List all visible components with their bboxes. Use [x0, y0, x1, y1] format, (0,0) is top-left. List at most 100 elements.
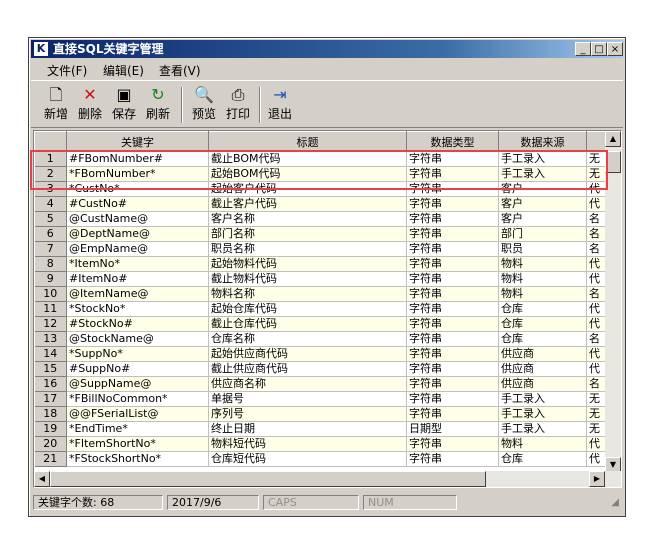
data-source-cell[interactable]: 职员 — [498, 241, 587, 257]
row-number[interactable]: 1 — [34, 151, 67, 167]
data-source-cell[interactable]: 仓库 — [498, 301, 587, 317]
new-button[interactable]: 🗋 新增 — [39, 85, 73, 122]
extra-cell[interactable]: 代 — [586, 271, 607, 287]
extra-cell[interactable]: 代 — [586, 301, 607, 317]
data-source-cell[interactable]: 客户 — [498, 196, 587, 212]
menu-edit[interactable]: 编辑(E) — [103, 62, 144, 79]
row-number[interactable]: 3 — [34, 181, 67, 197]
extra-cell[interactable]: 名 — [586, 241, 607, 257]
title-cell[interactable]: 仓库短代码 — [208, 451, 407, 467]
table-row[interactable]: 14 *SuppNo* 起始供应商代码 字符串 供应商代 — [34, 346, 607, 362]
keyword-cell[interactable]: #ItemNo# — [66, 271, 209, 287]
table-row[interactable]: 6 @DeptName@ 部门名称 字符串 部门名 — [34, 226, 607, 242]
title-bar[interactable]: K 直接SQL关键字管理 _ □ × — [31, 40, 623, 58]
delete-button[interactable]: ✕ 删除 — [73, 85, 107, 122]
row-number[interactable]: 6 — [34, 226, 67, 242]
table-row[interactable]: 2 *FBomNumber* 起始BOM代码 字符串 手工录入无 — [34, 166, 607, 182]
refresh-button[interactable]: ↻ 刷新 — [141, 85, 175, 122]
keyword-cell[interactable]: *FStockShortNo* — [66, 451, 209, 467]
data-type-cell[interactable]: 字符串 — [406, 451, 499, 467]
data-source-cell[interactable]: 客户 — [498, 211, 587, 227]
title-cell[interactable]: 起始物料代码 — [208, 256, 407, 272]
table-row[interactable]: 4 #CustNo# 截止客户代码 字符串 客户代 — [34, 196, 607, 212]
keyword-cell[interactable]: @CustName@ — [66, 211, 209, 227]
keyword-cell[interactable]: #StockNo# — [66, 316, 209, 332]
title-cell[interactable]: 供应商名称 — [208, 376, 407, 392]
row-number[interactable]: 8 — [34, 256, 67, 272]
title-cell[interactable]: 起始客户代码 — [208, 181, 407, 197]
title-cell[interactable]: 截止BOM代码 — [208, 151, 407, 167]
vertical-scrollbar[interactable]: ▲ ▼ — [605, 131, 621, 473]
row-number[interactable]: 21 — [34, 451, 67, 467]
keyword-cell[interactable]: *EndTime* — [66, 421, 209, 437]
row-number[interactable]: 13 — [34, 331, 67, 347]
data-source-cell[interactable]: 物料 — [498, 436, 587, 452]
data-source-cell[interactable]: 物料 — [498, 256, 587, 272]
exit-button[interactable]: ⇥ 退出 — [263, 85, 297, 122]
row-number[interactable]: 14 — [34, 346, 67, 362]
keyword-cell[interactable]: @StockName@ — [66, 331, 209, 347]
table-row[interactable]: 16 @SuppName@ 供应商名称 字符串 供应商名 — [34, 376, 607, 392]
title-cell[interactable]: 单据号 — [208, 391, 407, 407]
print-button[interactable]: ⎙ 打印 — [221, 85, 255, 122]
row-number[interactable]: 11 — [34, 301, 67, 317]
data-type-cell[interactable]: 字符串 — [406, 151, 499, 167]
data-source-cell[interactable]: 物料 — [498, 271, 587, 287]
keyword-cell[interactable]: @@FSerialList@ — [66, 406, 209, 422]
table-row[interactable]: 21 *FStockShortNo* 仓库短代码 字符串 仓库代 — [34, 451, 607, 467]
extra-cell[interactable]: 代 — [586, 436, 607, 452]
data-source-cell[interactable]: 部门 — [498, 226, 587, 242]
keyword-cell[interactable]: *CustNo* — [66, 181, 209, 197]
extra-cell[interactable]: 代 — [586, 346, 607, 362]
resize-grip-icon[interactable]: ◢ — [611, 497, 619, 508]
title-cell[interactable]: 序列号 — [208, 406, 407, 422]
row-number[interactable]: 17 — [34, 391, 67, 407]
data-source-cell[interactable]: 仓库 — [498, 331, 587, 347]
extra-cell[interactable]: 代 — [586, 181, 607, 197]
data-source-cell[interactable]: 客户 — [498, 181, 587, 197]
data-source-cell[interactable]: 供应商 — [498, 361, 587, 377]
extra-cell[interactable]: 名 — [586, 376, 607, 392]
row-number[interactable]: 18 — [34, 406, 67, 422]
data-type-cell[interactable]: 字符串 — [406, 301, 499, 317]
scroll-right-button[interactable]: ▶ — [589, 471, 605, 487]
title-cell[interactable]: 截止物料代码 — [208, 271, 407, 287]
row-number[interactable]: 12 — [34, 316, 67, 332]
data-type-cell[interactable]: 字符串 — [406, 436, 499, 452]
row-number[interactable]: 2 — [34, 166, 67, 182]
data-type-cell[interactable]: 字符串 — [406, 196, 499, 212]
extra-cell[interactable]: 无 — [586, 391, 607, 407]
keyword-cell[interactable]: *FBillNoCommon* — [66, 391, 209, 407]
table-row[interactable]: 5 @CustName@ 客户名称 字符串 客户名 — [34, 211, 607, 227]
title-cell[interactable]: 截止客户代码 — [208, 196, 407, 212]
title-cell[interactable]: 物料名称 — [208, 286, 407, 302]
menu-file[interactable]: 文件(F) — [47, 62, 87, 79]
data-source-cell[interactable]: 手工录入 — [498, 166, 587, 182]
title-cell[interactable]: 职员名称 — [208, 241, 407, 257]
row-number[interactable]: 9 — [34, 271, 67, 287]
extra-cell[interactable]: 名 — [586, 286, 607, 302]
table-row[interactable]: 12 #StockNo# 截止仓库代码 字符串 仓库代 — [34, 316, 607, 332]
keyword-cell[interactable]: @DeptName@ — [66, 226, 209, 242]
table-row[interactable]: 18 @@FSerialList@ 序列号 字符串 手工录入无 — [34, 406, 607, 422]
horizontal-scrollbar[interactable]: ◀ ▶ — [34, 471, 621, 487]
title-cell[interactable]: 终止日期 — [208, 421, 407, 437]
row-number[interactable]: 20 — [34, 436, 67, 452]
title-cell[interactable]: 截止仓库代码 — [208, 316, 407, 332]
data-type-cell[interactable]: 字符串 — [406, 391, 499, 407]
keyword-cell[interactable]: *SuppNo* — [66, 346, 209, 362]
extra-cell[interactable]: 名 — [586, 331, 607, 347]
table-row[interactable]: 1 #FBomNumber# 截止BOM代码 字符串 手工录入无 — [34, 151, 607, 167]
keyword-cell[interactable]: @SuppName@ — [66, 376, 209, 392]
data-type-cell[interactable]: 字符串 — [406, 226, 499, 242]
keyword-cell[interactable]: #SuppNo# — [66, 361, 209, 377]
extra-cell[interactable]: 无 — [586, 151, 607, 167]
table-row[interactable]: 17 *FBillNoCommon* 单据号 字符串 手工录入无 — [34, 391, 607, 407]
table-row[interactable]: 8 *ItemNo* 起始物料代码 字符串 物料代 — [34, 256, 607, 272]
close-button[interactable]: × — [607, 42, 623, 56]
extra-cell[interactable]: 无 — [586, 166, 607, 182]
data-type-cell[interactable]: 字符串 — [406, 286, 499, 302]
header-data-type[interactable]: 数据类型 — [406, 131, 499, 152]
data-source-cell[interactable]: 物料 — [498, 286, 587, 302]
row-number[interactable]: 7 — [34, 241, 67, 257]
